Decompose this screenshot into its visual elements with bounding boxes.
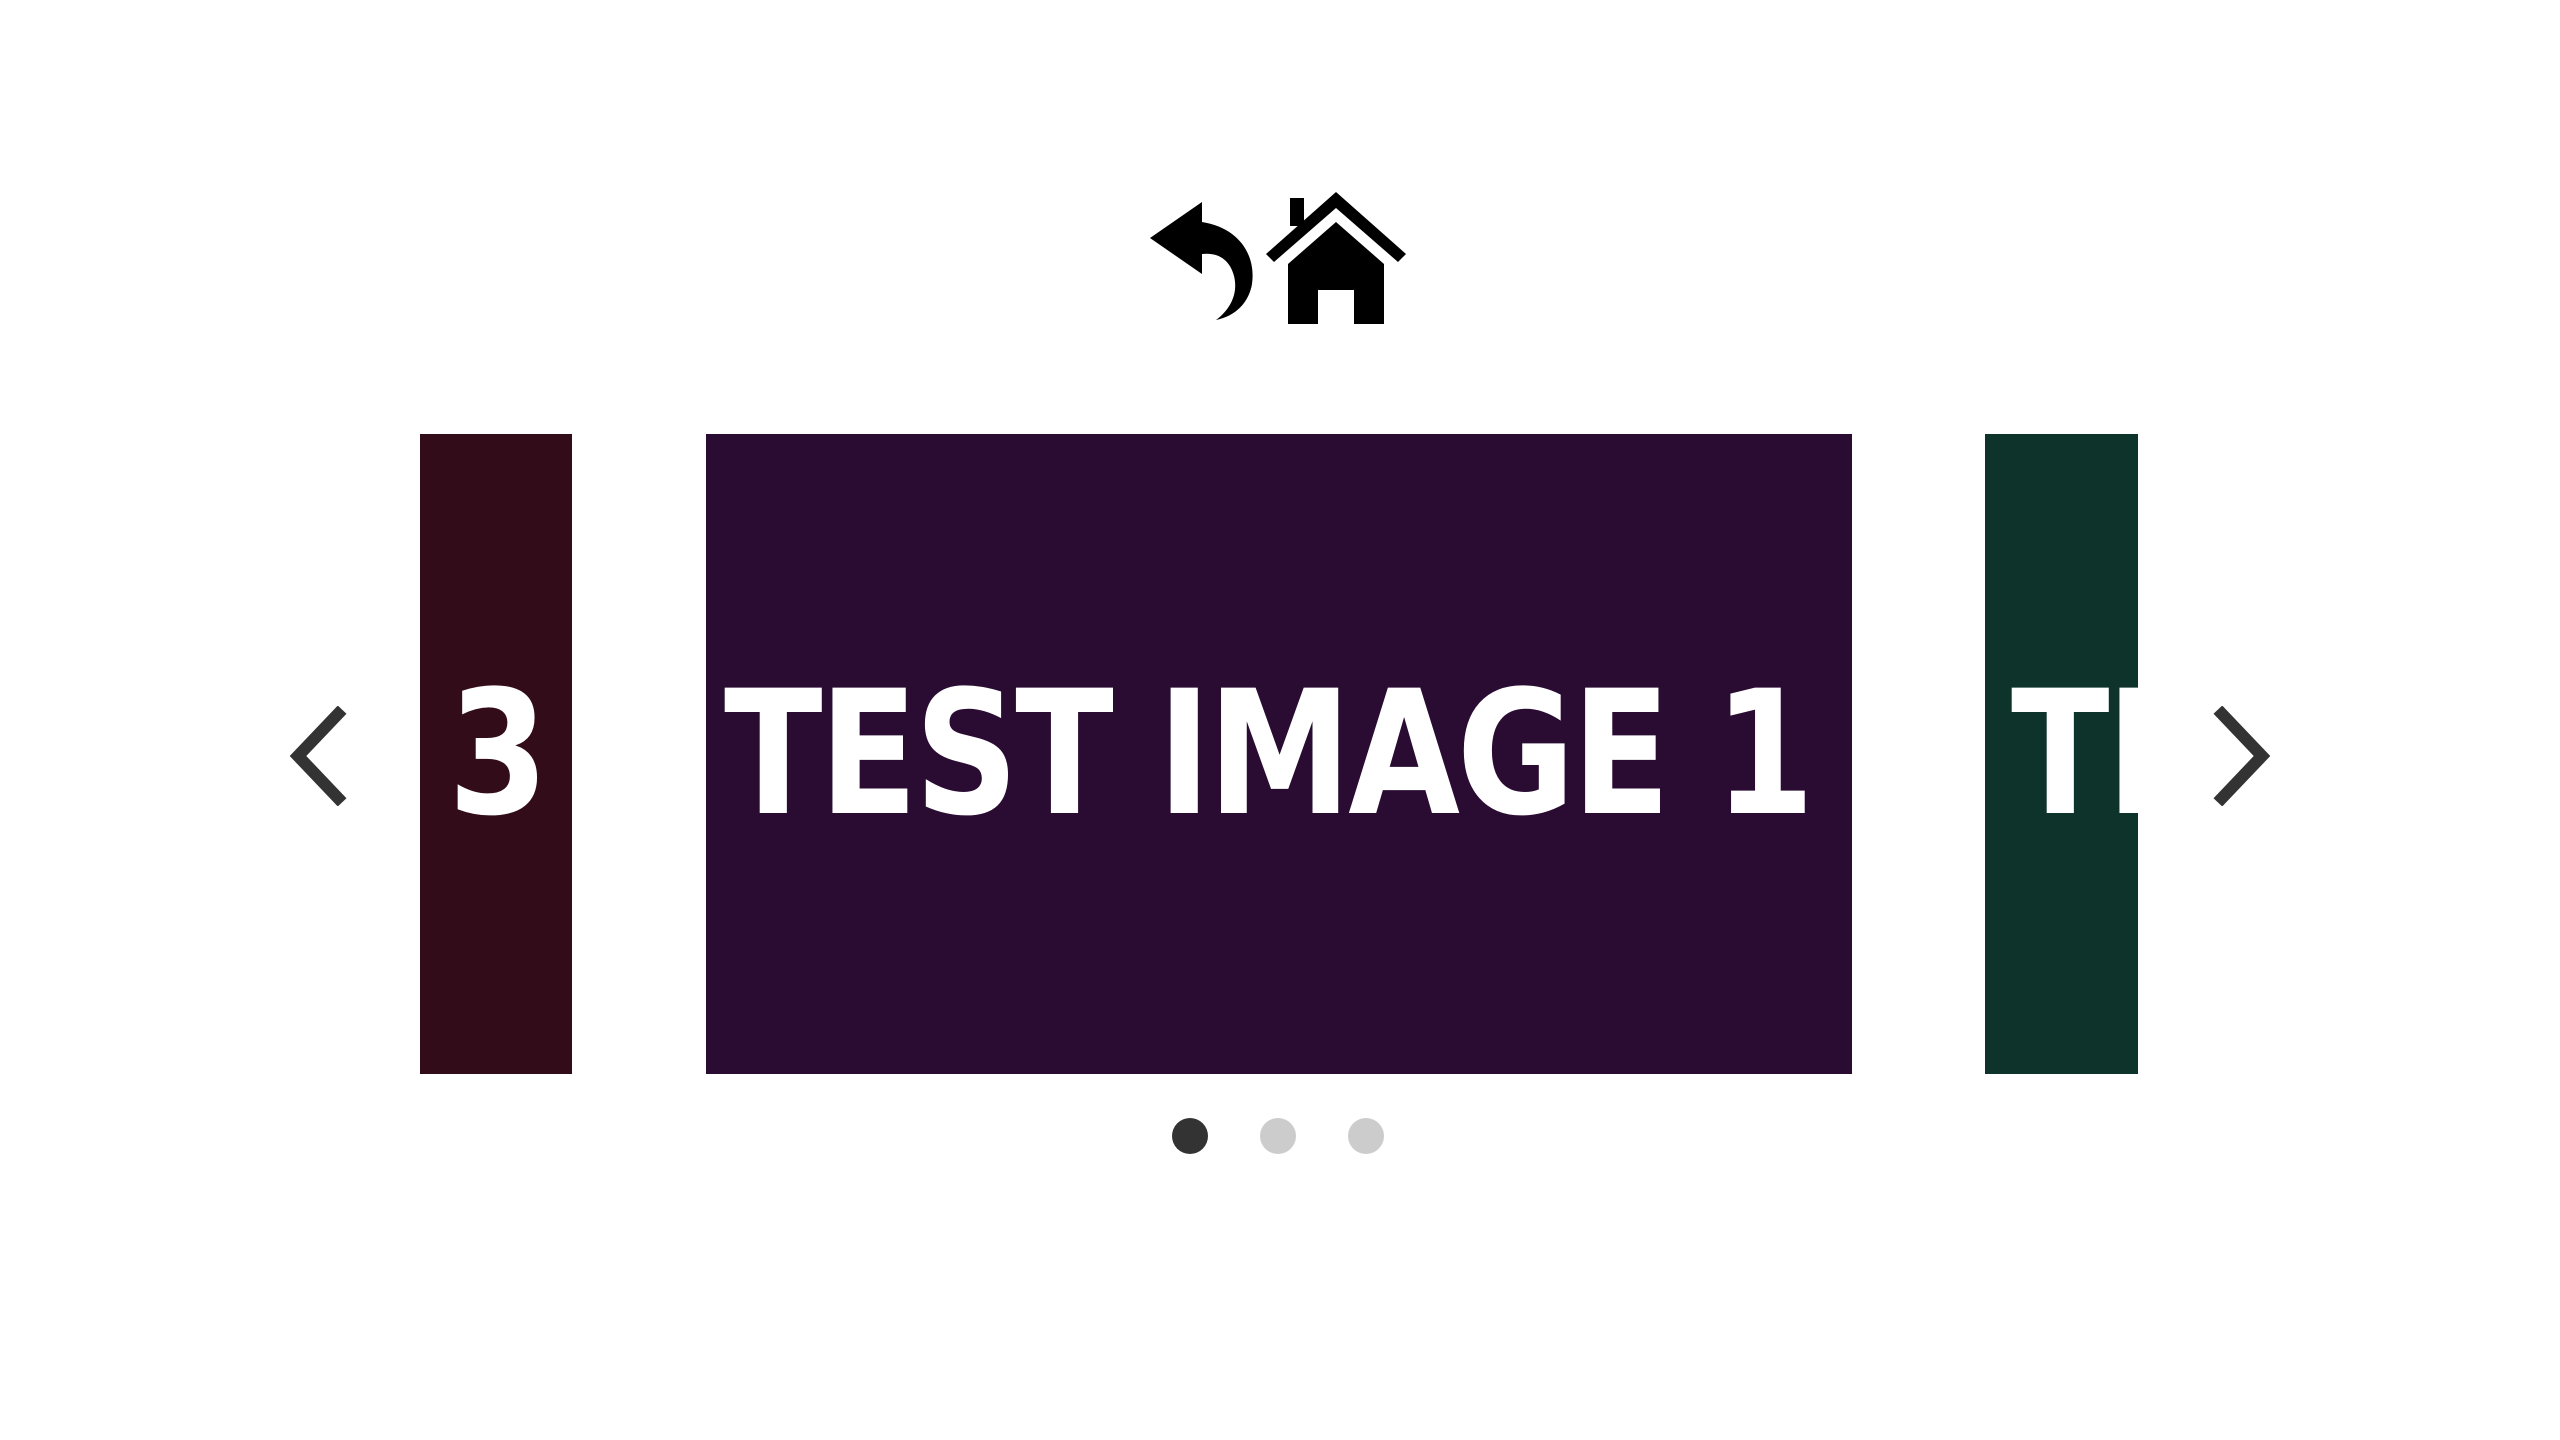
slideshow-page: 3 TEST IMAGE 1 TE — [0, 0, 2560, 1440]
slide-previous-label: 3 — [448, 653, 549, 854]
slide-current-label: TEST IMAGE 1 — [724, 653, 1815, 854]
slide-next[interactable]: TE — [1985, 434, 2138, 1074]
pagination-dot-1[interactable] — [1172, 1118, 1208, 1154]
slide-current[interactable]: TEST IMAGE 1 — [706, 434, 1852, 1074]
image-carousel: 3 TEST IMAGE 1 TE — [0, 0, 2560, 1440]
chevron-left-icon — [289, 706, 347, 806]
slide-previous[interactable]: 3 — [420, 434, 572, 1074]
chevron-right-icon — [2213, 706, 2271, 806]
previous-slide-button[interactable] — [280, 706, 360, 806]
slide-next-label: TE — [2011, 653, 2138, 854]
next-slide-button[interactable] — [2200, 706, 2280, 806]
pagination-dot-2[interactable] — [1260, 1118, 1296, 1154]
pagination-dot-3[interactable] — [1348, 1118, 1384, 1154]
pagination-dots — [1172, 1118, 1392, 1158]
